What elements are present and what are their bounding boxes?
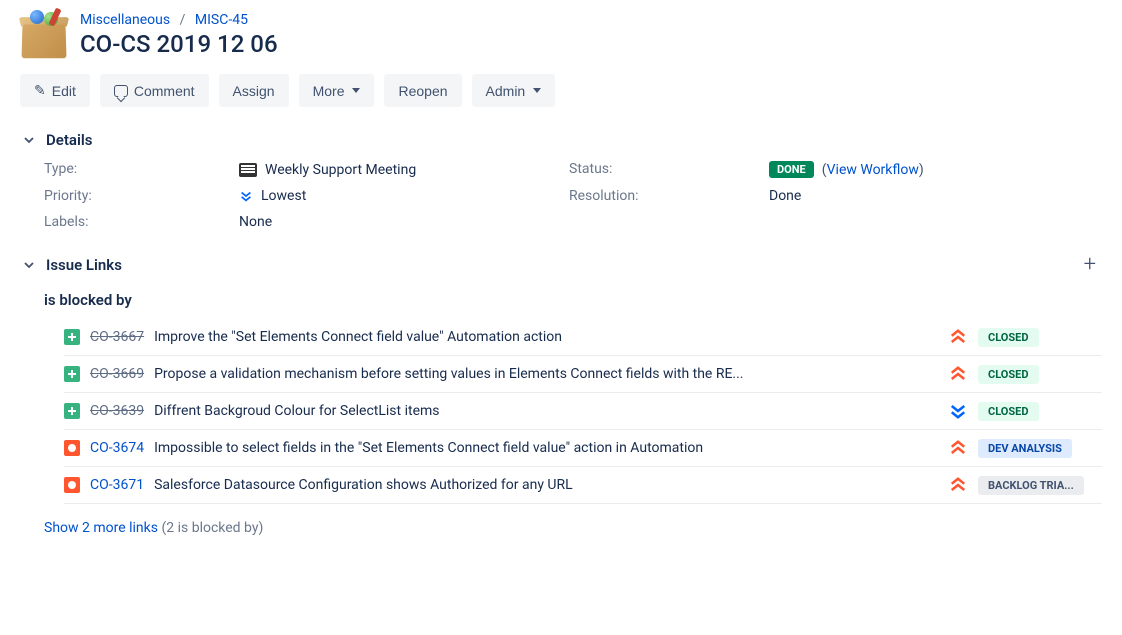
link-row[interactable]: CO-3639 Diffrent Backgroud Colour for Sel… <box>64 393 1102 430</box>
issue-type-icon <box>64 403 80 419</box>
linked-issue-key[interactable]: CO-3674 <box>90 440 144 456</box>
priority-icon <box>948 401 968 421</box>
priority-icon <box>948 364 968 384</box>
breadcrumb-separator: / <box>180 12 186 28</box>
breadcrumb-project-link[interactable]: Miscellaneous <box>80 12 170 28</box>
resolution-label: Resolution: <box>569 188 769 204</box>
meeting-icon <box>239 163 257 177</box>
chevron-down-icon <box>24 260 34 270</box>
linked-issue-status: DEV ANALYSIS <box>978 439 1072 458</box>
issue-type-icon <box>64 366 80 382</box>
pencil-icon <box>34 82 46 99</box>
links-collapse-toggle[interactable] <box>20 256 38 274</box>
linked-issue-status: CLOSED <box>978 402 1039 421</box>
priority-value: Lowest <box>239 188 569 204</box>
link-row[interactable]: CO-3669 Propose a validation mechanism be… <box>64 356 1102 393</box>
link-row[interactable]: CO-3674 Impossible to select fields in th… <box>64 430 1102 467</box>
issue-type-icon <box>64 329 80 345</box>
issue-header: Miscellaneous / MISC-45 CO-CS 2019 12 06 <box>20 10 1102 58</box>
priority-label: Priority: <box>44 188 239 204</box>
labels-label: Labels: <box>44 214 239 230</box>
chevron-down-icon <box>24 135 34 145</box>
show-more-link[interactable]: Show 2 more links <box>44 520 158 536</box>
linked-issue-key[interactable]: CO-3639 <box>90 403 144 419</box>
issue-type-icon <box>64 477 80 493</box>
status-label: Status: <box>569 161 769 178</box>
assign-button[interactable]: Assign <box>219 74 289 107</box>
linked-issue-status: CLOSED <box>978 365 1039 384</box>
link-row[interactable]: CO-3671 Salesforce Datasource Configurati… <box>64 467 1102 504</box>
more-button[interactable]: More <box>299 74 375 107</box>
link-row[interactable]: CO-3667 Improve the "Set Elements Connect… <box>64 319 1102 356</box>
details-heading: Details <box>46 131 92 149</box>
priority-lowest-icon <box>239 189 253 203</box>
view-workflow-link[interactable]: View Workflow <box>827 162 919 178</box>
linked-issue-summary: Diffrent Backgroud Colour for SelectList… <box>154 403 938 419</box>
linked-issue-summary: Propose a validation mechanism before se… <box>154 366 938 382</box>
type-value: Weekly Support Meeting <box>239 161 569 178</box>
type-label: Type: <box>44 161 239 178</box>
linked-issue-key[interactable]: CO-3671 <box>90 477 144 493</box>
status-value: DONE (View Workflow) <box>769 161 1102 178</box>
issue-type-icon <box>64 440 80 456</box>
details-section: Details Type: Weekly Support Meeting Sta… <box>20 131 1102 230</box>
link-group-title: is blocked by <box>44 291 1102 309</box>
comment-icon <box>114 85 128 97</box>
status-badge: DONE <box>769 161 814 178</box>
reopen-button[interactable]: Reopen <box>384 74 461 107</box>
linked-issue-summary: Impossible to select fields in the "Set … <box>154 440 938 456</box>
details-collapse-toggle[interactable] <box>20 131 38 149</box>
admin-button[interactable]: Admin <box>472 74 556 107</box>
priority-icon <box>948 475 968 495</box>
issue-title: CO-CS 2019 12 06 <box>80 30 278 58</box>
breadcrumb: Miscellaneous / MISC-45 <box>80 12 278 28</box>
link-list: CO-3667 Improve the "Set Elements Connect… <box>44 319 1102 504</box>
linked-issue-status: CLOSED <box>978 328 1039 347</box>
priority-icon <box>948 327 968 347</box>
linked-issue-key[interactable]: CO-3669 <box>90 366 144 382</box>
show-more-detail: (2 is blocked by) <box>161 520 263 536</box>
edit-button[interactable]: Edit <box>20 74 90 107</box>
chevron-down-icon <box>533 88 541 93</box>
priority-icon <box>948 438 968 458</box>
linked-issue-summary: Salesforce Datasource Configuration show… <box>154 477 938 493</box>
show-more-links: Show 2 more links (2 is blocked by) <box>20 520 1102 536</box>
action-toolbar: Edit Comment Assign More Reopen Admin <box>20 74 1102 107</box>
project-avatar <box>20 10 68 58</box>
issue-links-section: Issue Links + is blocked by CO-3667 Impro… <box>20 252 1102 536</box>
comment-button[interactable]: Comment <box>100 74 209 107</box>
linked-issue-key[interactable]: CO-3667 <box>90 329 144 345</box>
breadcrumb-issue-link[interactable]: MISC-45 <box>195 12 248 28</box>
issue-links-heading: Issue Links <box>46 256 122 274</box>
add-link-button[interactable]: + <box>1078 252 1102 277</box>
linked-issue-summary: Improve the "Set Elements Connect field … <box>154 329 938 345</box>
labels-value: None <box>239 214 569 230</box>
resolution-value: Done <box>769 188 1102 204</box>
chevron-down-icon <box>352 88 360 93</box>
linked-issue-status: BACKLOG TRIA... <box>978 476 1084 495</box>
